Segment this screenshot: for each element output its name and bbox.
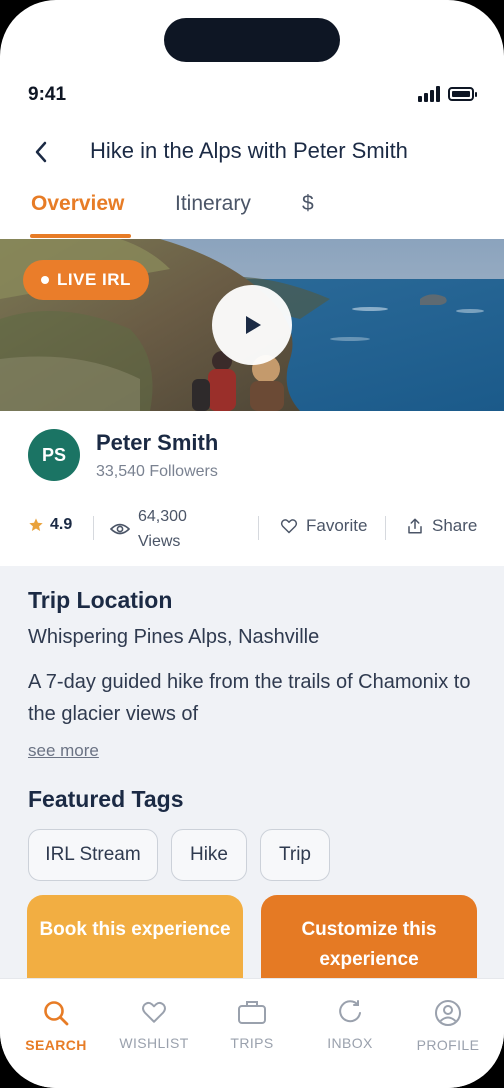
chat-icon bbox=[339, 1000, 361, 1023]
nav-trips-label: TRIPS bbox=[230, 1035, 274, 1051]
host-name[interactable]: Peter Smith bbox=[96, 430, 218, 456]
views-label: Views bbox=[138, 533, 181, 550]
favorite-label: Favorite bbox=[306, 516, 368, 535]
status-icons bbox=[418, 86, 477, 102]
featured-tags-heading: Featured Tags bbox=[28, 786, 184, 812]
signal-icon bbox=[418, 86, 440, 102]
chevron-left-icon bbox=[35, 141, 47, 163]
share-button[interactable]: Share bbox=[406, 516, 477, 536]
play-button[interactable] bbox=[212, 285, 292, 365]
nav-wishlist[interactable]: WISHLIST bbox=[106, 999, 202, 1051]
trip-location-heading: Trip Location bbox=[28, 587, 173, 613]
host-avatar[interactable]: PS bbox=[28, 429, 80, 481]
nav-profile[interactable]: PROFILE bbox=[400, 999, 496, 1053]
back-button[interactable] bbox=[30, 138, 54, 166]
trip-location: Whispering Pines Alps, Nashville bbox=[28, 626, 320, 648]
divider bbox=[258, 516, 259, 540]
heart-icon bbox=[280, 519, 298, 534]
rating-value: 4.9 bbox=[50, 516, 73, 533]
share-label: Share bbox=[432, 516, 478, 535]
nav-search-label: SEARCH bbox=[25, 1037, 87, 1053]
eye-icon bbox=[110, 523, 130, 535]
bottom-nav: SEARCH WISHLIST TRIPS INBOX PROFILE bbox=[0, 978, 504, 1088]
briefcase-icon bbox=[238, 1001, 266, 1024]
tag-hike[interactable]: Hike bbox=[171, 829, 247, 881]
search-icon bbox=[44, 1001, 69, 1026]
tab-overview[interactable]: Overview bbox=[31, 192, 124, 216]
live-dot-icon bbox=[41, 276, 50, 284]
trip-details: Trip Location Whispering Pines Alps, Nas… bbox=[0, 566, 504, 995]
divider bbox=[93, 516, 94, 540]
phone-screen: 9:41 Hike in the Alps with Peter Smith O… bbox=[0, 0, 504, 1088]
live-badge: LIVE IRL bbox=[23, 260, 149, 300]
views: 64,300 Views bbox=[110, 504, 187, 554]
nav-inbox-label: INBOX bbox=[327, 1035, 373, 1051]
nav-profile-label: PROFILE bbox=[416, 1037, 480, 1053]
nav-trips[interactable]: TRIPS bbox=[204, 999, 300, 1051]
favorite-button[interactable]: Favorite bbox=[280, 516, 367, 536]
heart-icon bbox=[142, 1001, 166, 1023]
tab-pricing[interactable]: $ bbox=[302, 192, 314, 216]
nav-search[interactable]: SEARCH bbox=[8, 999, 104, 1053]
book-button-label: Book this experience bbox=[39, 919, 231, 940]
views-count: 64,300 bbox=[138, 508, 187, 525]
see-more-link[interactable]: see more bbox=[28, 741, 99, 761]
active-tab-indicator bbox=[30, 234, 131, 238]
play-icon bbox=[246, 316, 261, 334]
page-title: Hike in the Alps with Peter Smith bbox=[90, 138, 408, 163]
customize-button-label-line1: Customize this bbox=[301, 919, 437, 940]
header: Hike in the Alps with Peter Smith bbox=[0, 132, 504, 172]
status-time: 9:41 bbox=[28, 84, 67, 105]
dynamic-island bbox=[164, 18, 340, 62]
star-icon bbox=[29, 518, 43, 531]
live-badge-label: LIVE IRL bbox=[57, 270, 131, 289]
divider bbox=[385, 516, 386, 540]
customize-button-label-line2: experience bbox=[319, 949, 419, 970]
battery-icon bbox=[448, 87, 477, 101]
tag-trip[interactable]: Trip bbox=[260, 829, 330, 881]
tag-irl-stream[interactable]: IRL Stream bbox=[28, 829, 158, 881]
tab-bar: Overview Itinerary $ bbox=[0, 190, 504, 240]
stats-row: 4.9 64,300 Views Favorite Share bbox=[0, 500, 504, 554]
share-icon bbox=[408, 518, 422, 534]
follower-count: 33,540 Followers bbox=[96, 463, 218, 480]
trip-description: A 7-day guided hike from the trails of C… bbox=[28, 671, 471, 725]
rating: 4.9 bbox=[28, 516, 72, 534]
user-circle-icon bbox=[435, 1000, 461, 1026]
nav-inbox[interactable]: INBOX bbox=[302, 999, 398, 1051]
nav-wishlist-label: WISHLIST bbox=[119, 1035, 189, 1051]
tab-itinerary[interactable]: Itinerary bbox=[175, 192, 251, 216]
